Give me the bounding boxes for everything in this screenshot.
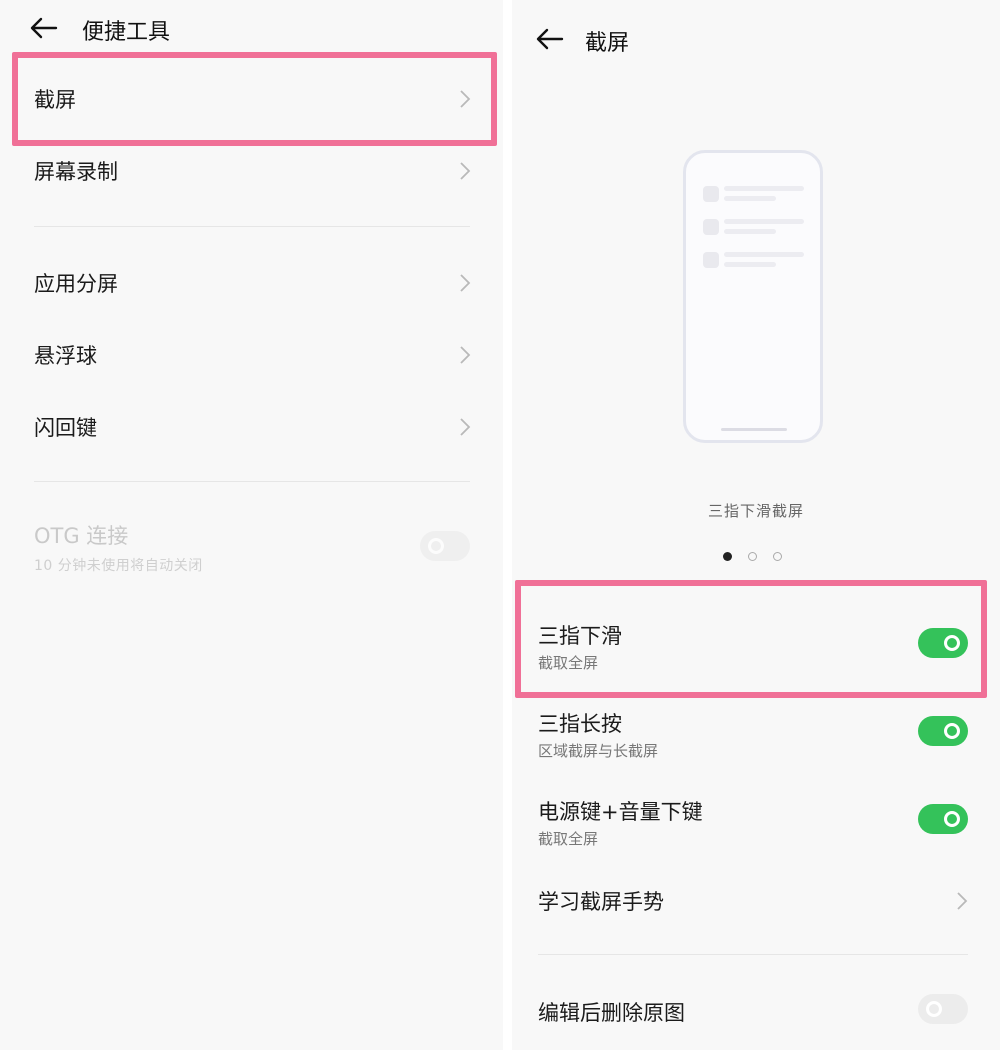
divider — [34, 481, 470, 482]
toggle-knob — [428, 538, 444, 554]
arrow-left-icon[interactable] — [536, 28, 564, 50]
otg-toggle — [420, 531, 470, 561]
page-title: 便捷工具 — [82, 20, 171, 45]
menu-item-split-screen[interactable]: 应用分屏 — [0, 248, 503, 318]
learn-label: 学习截屏手势 — [538, 890, 664, 914]
arrow-left-icon[interactable] — [30, 17, 58, 39]
power-volume-down-toggle[interactable] — [918, 804, 968, 834]
left-topbar: 便捷工具 — [0, 0, 503, 60]
toggle-knob — [944, 811, 960, 827]
chevron-right-icon — [460, 162, 471, 180]
otg-subtitle: 10 分钟未使用将自动关闭 — [34, 558, 203, 574]
menu-item-label: 屏幕录制 — [34, 160, 118, 184]
setting-desc: 截取全屏 — [538, 654, 599, 672]
toggle-knob — [944, 723, 960, 739]
placeholder-square — [703, 252, 719, 268]
illustration-caption: 三指下滑截屏 — [707, 502, 804, 520]
placeholder-line — [724, 229, 776, 234]
learn-screenshot-gestures[interactable]: 学习截屏手势 — [512, 866, 1000, 936]
chevron-right-icon — [460, 90, 471, 108]
placeholder-line — [724, 196, 776, 201]
placeholder-line — [724, 219, 804, 224]
menu-item-label: 悬浮球 — [34, 344, 97, 368]
setting-name: 三指下滑 — [538, 624, 622, 648]
placeholder-line — [724, 186, 804, 191]
delete-original-toggle[interactable] — [918, 994, 968, 1024]
otg-title: OTG 连接 — [34, 524, 129, 548]
phone-illustration — [683, 150, 823, 443]
left-panel-shortcuts: 便捷工具 截屏 屏幕录制 应用分屏 悬浮球 闪回键 OTG 连接 10 分钟未使… — [0, 0, 503, 1050]
page-title: 截屏 — [585, 31, 630, 56]
menu-item-floating-ball[interactable]: 悬浮球 — [0, 320, 503, 390]
setting-desc: 截取全屏 — [538, 830, 599, 848]
menu-item-label: 截屏 — [34, 88, 76, 112]
menu-item-label: 应用分屏 — [34, 272, 118, 296]
setting-desc: 区域截屏与长截屏 — [538, 742, 659, 760]
home-indicator — [721, 428, 787, 431]
setting-name: 电源键+音量下键 — [538, 800, 703, 824]
carousel-dot[interactable] — [748, 552, 757, 561]
carousel-dot[interactable] — [773, 552, 782, 561]
chevron-right-icon — [460, 274, 471, 292]
toggle-knob — [926, 1001, 942, 1017]
toggle-knob — [944, 635, 960, 651]
menu-item-screen-recording[interactable]: 屏幕录制 — [0, 136, 503, 206]
placeholder-line — [724, 262, 776, 267]
menu-item-screenshot[interactable]: 截屏 — [0, 64, 503, 134]
placeholder-line — [724, 252, 804, 257]
carousel-dot-active[interactable] — [723, 552, 732, 561]
setting-name: 三指长按 — [538, 712, 622, 736]
placeholder-square — [703, 219, 719, 235]
placeholder-square — [703, 186, 719, 202]
three-finger-long-press-toggle[interactable] — [918, 716, 968, 746]
right-panel-screenshot: 截屏 三指下滑截屏 三指下滑 截取全屏 三指长按 区域截屏与长截屏 电源键+音量… — [512, 0, 1000, 1050]
chevron-right-icon — [460, 346, 471, 364]
menu-item-flashback-key[interactable]: 闪回键 — [0, 392, 503, 462]
right-topbar: 截屏 — [512, 8, 1000, 68]
divider — [34, 226, 470, 227]
menu-item-label: 闪回键 — [34, 416, 97, 440]
setting-name: 编辑后删除原图 — [538, 1001, 685, 1025]
chevron-right-icon — [957, 892, 968, 910]
three-finger-swipe-toggle[interactable] — [918, 628, 968, 658]
divider — [538, 954, 968, 955]
chevron-right-icon — [460, 418, 471, 436]
